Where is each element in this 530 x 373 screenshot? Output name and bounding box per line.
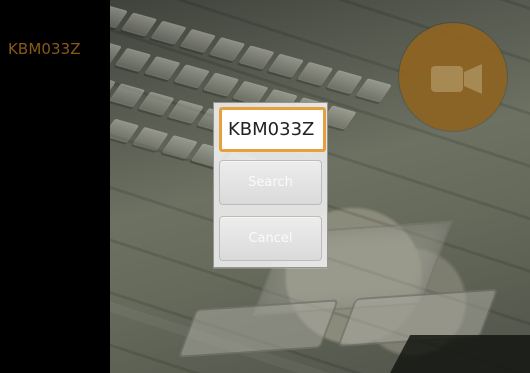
keyboard-key [326,70,363,95]
keyboard-key [202,72,240,97]
plate-search-input[interactable] [219,107,326,152]
keyboard-key [238,45,275,70]
keyboard-key [267,53,304,78]
cancel-button[interactable]: Cancel [219,216,322,261]
camera-search-screen: KBM033Z KBM033Z Search Cancel [0,0,530,373]
keyboard-key [110,83,146,108]
keyboard-key [114,47,152,73]
touchpad-left-button-background [177,299,339,358]
search-dialog: Search Cancel [213,102,328,268]
keyboard-key [120,12,158,37]
keyboard-key [179,28,216,54]
keyboard-key [150,20,187,45]
keyboard-key [355,78,392,103]
keyboard-key [161,135,198,160]
search-button[interactable]: Search [219,160,322,205]
device-edge-background [390,335,530,373]
record-button[interactable] [399,23,507,131]
video-camera-icon [431,64,482,94]
keyboard-key [296,61,334,87]
plate-text: KBM033Z [8,40,81,58]
keyboard-key [144,56,181,81]
keyboard-key [167,99,204,124]
keyboard-key [208,37,246,62]
keyboard-key [132,126,169,152]
left-panel: KBM033Z [0,0,110,373]
keyboard-key [173,64,210,89]
keyboard-key [138,91,175,116]
